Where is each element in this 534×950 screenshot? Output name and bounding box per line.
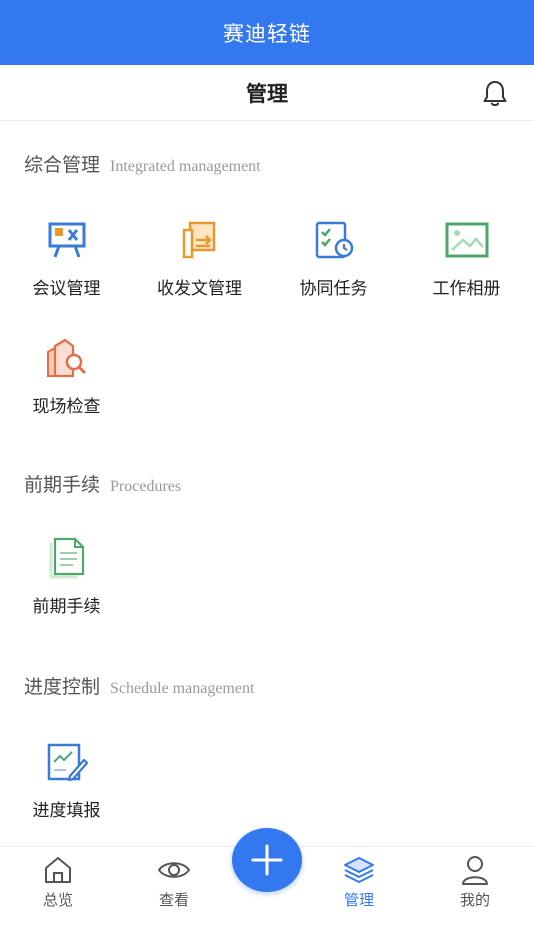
grid-item-inspection[interactable]: 现场检查 (0, 336, 133, 417)
tab-label: 管理 (343, 891, 374, 909)
section-subtitle: Procedures (110, 478, 182, 495)
grid-item-label: 协同任务 (299, 279, 368, 299)
progress-report-icon (45, 740, 89, 784)
procedure-document-icon (45, 536, 89, 580)
meeting-board-icon (45, 218, 89, 262)
grid-item-label: 会议管理 (32, 279, 101, 299)
eye-icon (158, 855, 190, 885)
page-header: 管理 (0, 65, 534, 121)
tab-mine[interactable]: 我的 (425, 847, 525, 910)
section-header-procedures: 前期手续 Procedures (24, 470, 181, 497)
layers-icon (343, 855, 375, 885)
grid-item-document[interactable]: 收发文管理 (133, 218, 266, 299)
grid-item-progress[interactable]: 进度填报 (0, 740, 133, 821)
grid-item-label: 收发文管理 (157, 279, 242, 299)
grid-item-label: 现场检查 (32, 397, 101, 417)
photo-album-icon (445, 218, 489, 262)
grid-item-label: 进度填报 (32, 801, 101, 821)
grid-item-album[interactable]: 工作相册 (400, 218, 533, 299)
task-clock-icon (312, 218, 356, 262)
document-exchange-icon (178, 218, 222, 262)
grid-item-label: 工作相册 (432, 279, 501, 299)
grid-item-label: 前期手续 (32, 597, 101, 617)
grid-item-task[interactable]: 协同任务 (267, 218, 400, 299)
bell-icon[interactable] (482, 79, 508, 107)
add-button[interactable] (232, 828, 302, 892)
tab-view[interactable]: 查看 (124, 847, 224, 910)
tab-label: 总览 (42, 891, 73, 909)
tab-manage[interactable]: 管理 (309, 847, 409, 910)
section-title: 综合管理 (24, 154, 101, 176)
grid-item-meeting[interactable]: 会议管理 (0, 218, 133, 299)
app-title: 赛迪轻链 (223, 21, 311, 46)
page-title: 管理 (246, 81, 288, 106)
plus-icon (251, 844, 283, 876)
section-title: 进度控制 (24, 676, 101, 698)
section-header-integrated: 综合管理 Integrated management (24, 150, 261, 177)
management-content[interactable]: 综合管理 Integrated management 会议管理 收发文管理 协同… (0, 122, 534, 846)
tab-overview[interactable]: 总览 (8, 847, 108, 910)
tab-label: 查看 (158, 891, 189, 909)
section-subtitle: Integrated management (110, 158, 261, 175)
site-inspection-icon (45, 336, 89, 380)
section-header-schedule: 进度控制 Schedule management (24, 672, 254, 699)
section-title: 前期手续 (24, 474, 101, 496)
user-icon (459, 855, 491, 885)
tab-label: 我的 (459, 891, 490, 909)
home-icon (42, 855, 74, 885)
app-bar: 赛迪轻链 (0, 0, 534, 65)
section-subtitle: Schedule management (110, 680, 255, 697)
grid-item-procedures[interactable]: 前期手续 (0, 536, 133, 617)
